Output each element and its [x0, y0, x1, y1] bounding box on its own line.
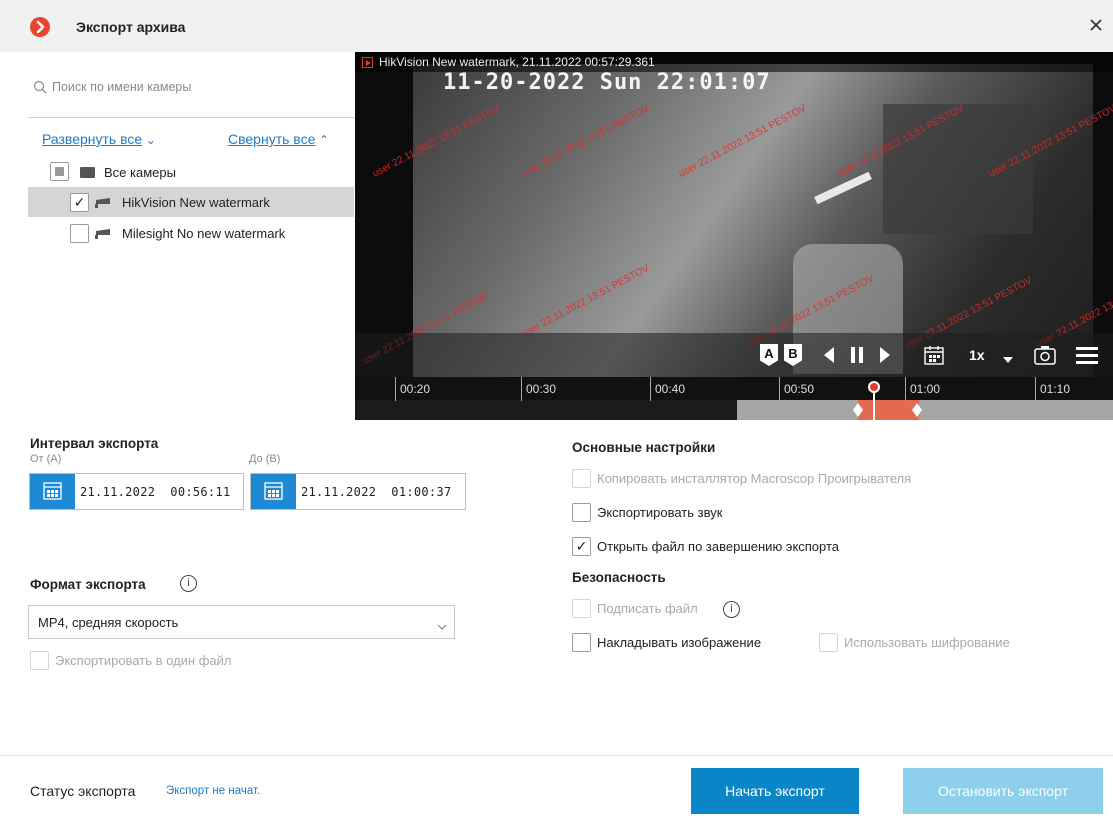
player-controls: A B 1x [355, 333, 1113, 377]
divider [28, 117, 354, 118]
timeline-tick-label: 00:30 [526, 382, 557, 396]
info-icon[interactable]: i [180, 575, 197, 592]
marker-b-button[interactable]: B [784, 344, 802, 366]
tree-checkbox[interactable] [50, 162, 69, 181]
pause-icon[interactable] [850, 346, 864, 367]
encryption-checkbox[interactable] [819, 633, 838, 652]
app-logo-icon [30, 17, 50, 37]
overlay-image-checkbox[interactable] [572, 633, 591, 652]
chevron-down-icon [437, 619, 447, 634]
chevron-up-icon: ⌃ [318, 133, 330, 147]
tree-checkbox[interactable] [70, 224, 89, 243]
from-date-value: 21.11.2022 00:56:11 [80, 485, 231, 499]
collapse-all-label: Свернуть все [228, 131, 316, 147]
calendar-icon[interactable] [923, 344, 945, 369]
snapshot-icon[interactable] [1033, 344, 1057, 369]
from-date-field[interactable]: 21.11.2022 00:56:11 [29, 473, 244, 510]
speed-label[interactable]: 1x [969, 347, 985, 363]
expand-all-label: Развернуть все [42, 131, 143, 147]
collapse-all-link[interactable]: Свернуть все ⌃ [228, 131, 329, 147]
timeline-tick-label: 00:20 [400, 382, 431, 396]
marker-a-button[interactable]: A [760, 344, 778, 366]
timeline-tick-label: 01:10 [1040, 382, 1071, 396]
timeline-archive-range [737, 400, 1113, 420]
search-icon [33, 80, 47, 94]
open-file-checkbox[interactable]: ✓ [572, 537, 591, 556]
timeline-tick [650, 377, 651, 401]
timeline-tick [521, 377, 522, 401]
timeline-tick-label: 01:00 [910, 382, 941, 396]
search-input[interactable]: Поиск по имени камеры [52, 80, 191, 94]
video-camera-label: HikVision New watermark, 21.11.2022 00:5… [379, 55, 655, 69]
timeline-tick [779, 377, 780, 401]
timeline-tick [905, 377, 906, 401]
caret-down-icon[interactable] [1003, 352, 1013, 367]
timeline-export-selection[interactable] [858, 400, 919, 420]
tree-item-label: Milesight No new watermark [122, 226, 286, 241]
format-selected-value: MP4, средняя скорость [38, 615, 179, 630]
calendar-icon[interactable] [30, 474, 75, 509]
overlay-image-label: Накладывать изображение [597, 635, 762, 650]
footer-divider [0, 755, 1113, 756]
calendar-icon[interactable] [251, 474, 296, 509]
tree-item-hikvision[interactable]: ✓ HikVision New watermark [28, 187, 354, 217]
status-value: Экспорт не начат. [166, 785, 261, 797]
step-forward-icon[interactable] [879, 346, 892, 367]
sign-file-label: Подписать файл [597, 601, 698, 616]
stop-export-button[interactable]: Остановить экспорт [903, 768, 1103, 814]
start-export-button[interactable]: Начать экспорт [691, 768, 859, 814]
from-label: От (A) [30, 453, 62, 465]
osd-timestamp: 11-20-2022 Sun 22:01:07 [443, 70, 771, 95]
sign-file-checkbox[interactable] [572, 599, 591, 618]
format-title: Формат экспорта [30, 577, 146, 592]
video-player[interactable]: HikVision New watermark, 21.11.2022 00:5… [355, 52, 1113, 377]
encryption-label: Использовать шифрование [844, 635, 1010, 650]
tree-item-milesight[interactable]: Milesight No new watermark [28, 218, 354, 248]
settings-title: Основные настройки [572, 440, 716, 455]
format-select[interactable]: MP4, средняя скорость [28, 605, 455, 639]
camera-icon [94, 227, 114, 243]
info-icon[interactable]: i [723, 601, 740, 618]
expand-all-link[interactable]: Развернуть все ⌄ [42, 131, 156, 147]
timeline-tick-label: 00:50 [784, 382, 815, 396]
interval-title: Интервал экспорта [30, 436, 159, 451]
record-icon [362, 57, 373, 68]
chevron-down-icon: ⌄ [145, 133, 156, 147]
to-date-field[interactable]: 21.11.2022 01:00:37 [250, 473, 466, 510]
close-icon[interactable] [1087, 16, 1105, 34]
copy-installer-label: Копировать инсталлятор Macroscop Проигры… [597, 471, 912, 486]
single-file-checkbox[interactable] [30, 651, 49, 670]
to-date-value: 21.11.2022 01:00:37 [301, 485, 452, 499]
timeline-tick [1035, 377, 1036, 401]
timeline[interactable]: 00:20 00:30 00:40 00:50 01:00 01:10 [355, 377, 1113, 420]
video-frame [413, 64, 1093, 377]
single-file-label: Экспортировать в один файл [55, 653, 232, 668]
step-back-icon[interactable] [822, 346, 835, 367]
playhead-handle[interactable] [868, 381, 880, 393]
export-sound-label: Экспортировать звук [597, 505, 723, 520]
camera-icon [94, 196, 114, 212]
tree-item-label: HikVision New watermark [122, 195, 270, 210]
export-sound-checkbox[interactable] [572, 503, 591, 522]
copy-installer-checkbox[interactable] [572, 469, 591, 488]
menu-icon[interactable] [1076, 346, 1098, 367]
timeline-tick-label: 00:40 [655, 382, 686, 396]
window-title: Экспорт архива [76, 19, 186, 35]
tree-item-all-cameras[interactable]: Все камеры [28, 157, 354, 187]
timeline-tick [395, 377, 396, 401]
open-file-label: Открыть файл по завершению экспорта [597, 539, 840, 554]
tree-item-label: Все камеры [104, 165, 176, 180]
folder-icon [80, 167, 95, 178]
tree-checkbox[interactable]: ✓ [70, 193, 89, 212]
partial-mark [55, 167, 64, 176]
status-label: Статус экспорта [30, 783, 136, 799]
to-label: До (B) [249, 453, 281, 465]
security-title: Безопасность [572, 570, 666, 585]
